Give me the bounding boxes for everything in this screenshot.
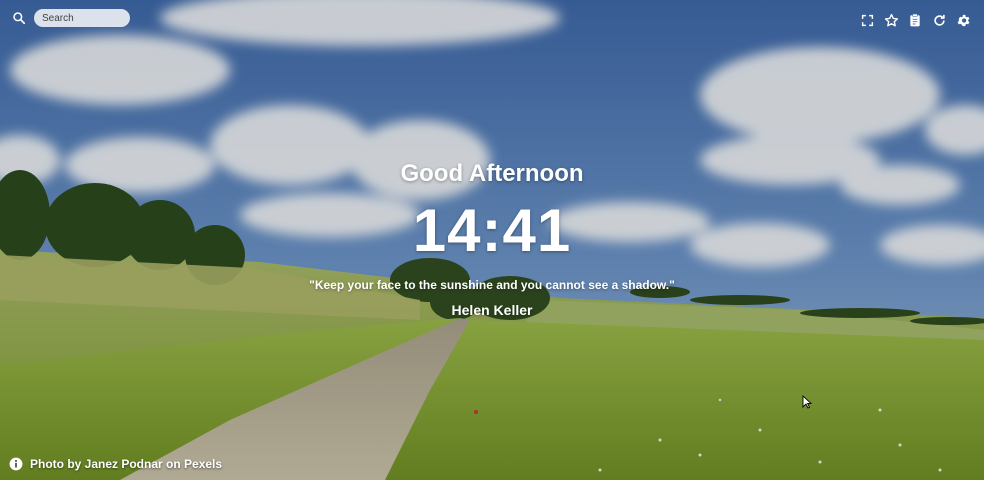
clipboard-icon[interactable]: [906, 11, 924, 29]
clock: 14:41: [412, 197, 572, 264]
photo-credit: Photo by Janez Podnar on Pexels: [9, 457, 222, 471]
gear-icon[interactable]: [954, 11, 972, 29]
info-icon[interactable]: [9, 457, 23, 471]
search-icon[interactable]: [10, 9, 28, 27]
toolbar: [858, 11, 972, 29]
search-bar: [10, 9, 130, 27]
quote-author: Helen Keller: [451, 302, 533, 318]
star-icon[interactable]: [882, 11, 900, 29]
greeting: Good Afternoon: [400, 160, 584, 187]
search-input[interactable]: [34, 9, 130, 27]
refresh-icon[interactable]: [930, 11, 948, 29]
fullscreen-icon[interactable]: [858, 11, 876, 29]
photo-credit-text[interactable]: Photo by Janez Podnar on Pexels: [30, 457, 222, 471]
mouse-cursor-icon: [802, 395, 812, 409]
quote: "Keep your face to the sunshine and you …: [309, 278, 675, 292]
